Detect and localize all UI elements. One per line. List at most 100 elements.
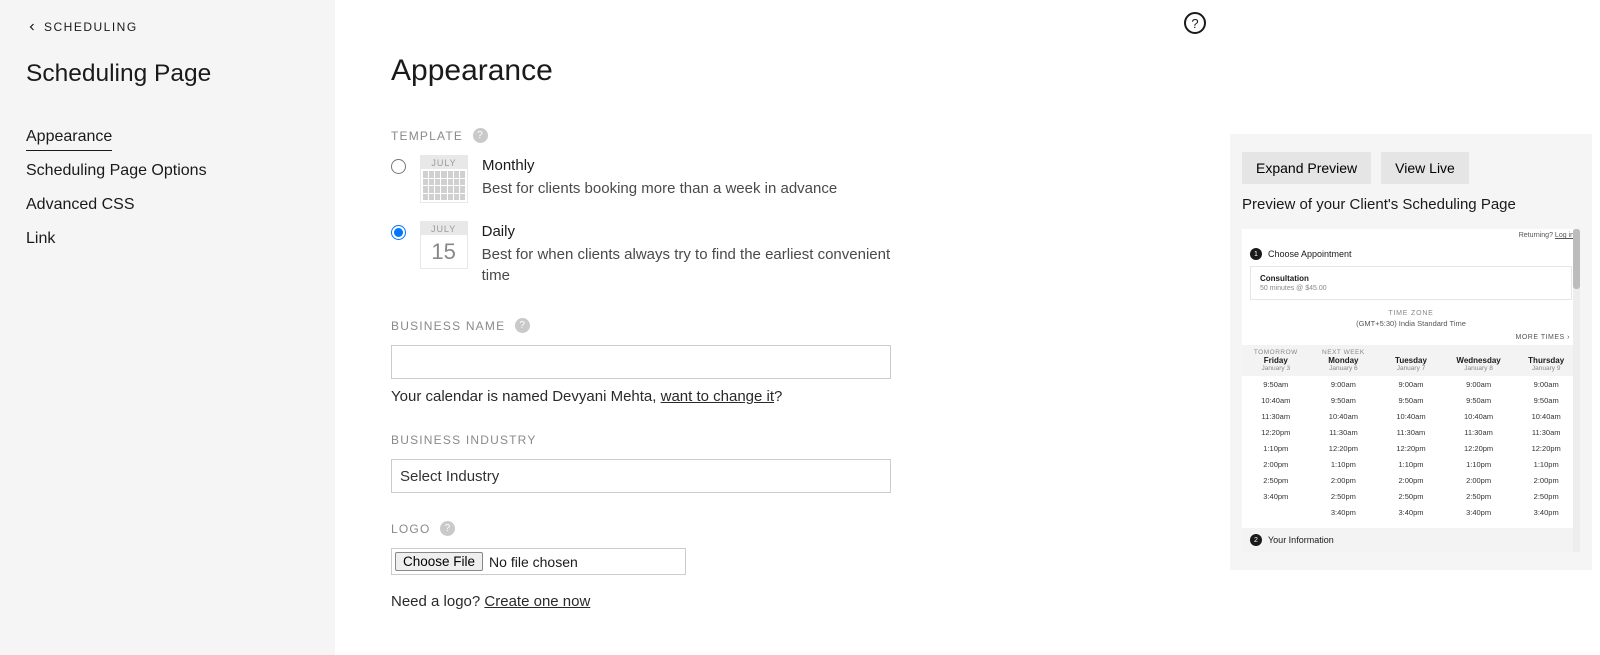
- time-slot[interactable]: 12:20pm: [1445, 440, 1513, 456]
- sidebar-item-link[interactable]: Link: [26, 222, 309, 256]
- time-slot[interactable]: 9:00am: [1445, 376, 1513, 392]
- preview-caption: Preview of your Client's Scheduling Page: [1242, 196, 1580, 213]
- time-slot[interactable]: 3:40pm: [1512, 504, 1580, 520]
- time-slot[interactable]: 11:30am: [1377, 424, 1445, 440]
- time-slot[interactable]: 12:20pm: [1377, 440, 1445, 456]
- time-slot[interactable]: 1:10pm: [1242, 440, 1310, 456]
- scrollbar[interactable]: [1573, 229, 1580, 552]
- logo-label: LOGO ?: [391, 521, 1174, 536]
- time-slot[interactable]: 3:40pm: [1377, 504, 1445, 520]
- time-slot: [1242, 504, 1310, 520]
- day-column-header[interactable]: WednesdayJanuary 8: [1445, 345, 1513, 376]
- timezone-value[interactable]: (GMT+5:30) India Standard Time: [1242, 319, 1580, 328]
- time-slot[interactable]: 2:00pm: [1377, 472, 1445, 488]
- login-link[interactable]: Log in: [1555, 232, 1574, 239]
- time-slot[interactable]: 9:50am: [1310, 392, 1378, 408]
- time-slot[interactable]: 1:10pm: [1310, 456, 1378, 472]
- time-slot[interactable]: 2:50pm: [1512, 488, 1580, 504]
- need-logo-hint: Need a logo? Create one now: [391, 593, 1174, 610]
- business-industry-select[interactable]: Select Industry: [391, 459, 891, 493]
- more-times-link[interactable]: MORE TIMES: [1242, 334, 1580, 341]
- time-slot[interactable]: 2:50pm: [1242, 472, 1310, 488]
- time-slot[interactable]: 2:50pm: [1310, 488, 1378, 504]
- business-name-label: BUSINESS NAME ?: [391, 318, 1174, 333]
- help-dot-icon[interactable]: ?: [473, 128, 488, 143]
- time-slot-table: TOMORROWFridayJanuary 3NEXT WEEKMondayJa…: [1242, 345, 1580, 520]
- time-slot[interactable]: 9:50am: [1445, 392, 1513, 408]
- time-slot[interactable]: 12:20pm: [1512, 440, 1580, 456]
- day-column-header[interactable]: TOMORROWFridayJanuary 3: [1242, 345, 1310, 376]
- step-number-icon: 2: [1250, 534, 1262, 546]
- time-slot[interactable]: 9:50am: [1512, 392, 1580, 408]
- template-desc: Best for clients booking more than a wee…: [482, 178, 837, 199]
- business-name-input[interactable]: [391, 345, 891, 379]
- time-slot[interactable]: 10:40am: [1310, 408, 1378, 424]
- time-slot[interactable]: 10:40am: [1445, 408, 1513, 424]
- logo-file-input[interactable]: Choose File No file chosen: [391, 548, 686, 575]
- page-heading: Appearance: [391, 54, 1174, 88]
- template-option-monthly[interactable]: JULY Monthly Best for clients booking mo…: [391, 155, 911, 203]
- time-slot[interactable]: 12:20pm: [1242, 424, 1310, 440]
- time-slot[interactable]: 10:40am: [1377, 408, 1445, 424]
- returning-row: Returning? Log in: [1242, 229, 1580, 242]
- time-slot[interactable]: 10:40am: [1242, 392, 1310, 408]
- time-slot[interactable]: 11:30am: [1445, 424, 1513, 440]
- day-column-header[interactable]: NEXT WEEKMondayJanuary 6: [1310, 345, 1378, 376]
- time-slot[interactable]: 2:50pm: [1377, 488, 1445, 504]
- back-nav[interactable]: SCHEDULING: [26, 20, 309, 34]
- time-slot[interactable]: 9:00am: [1512, 376, 1580, 392]
- time-slot[interactable]: 9:00am: [1310, 376, 1378, 392]
- time-slot[interactable]: 11:30am: [1512, 424, 1580, 440]
- main-content: ? Appearance TEMPLATE ? JULY Monthly Bes…: [335, 0, 1230, 655]
- day-column-header[interactable]: ThursdayJanuary 9: [1512, 345, 1580, 376]
- back-label: SCHEDULING: [44, 20, 138, 34]
- time-slot[interactable]: 1:10pm: [1445, 456, 1513, 472]
- timezone-label: TIME ZONE: [1242, 310, 1580, 317]
- business-name-hint: Your calendar is named Devyani Mehta, wa…: [391, 388, 1174, 405]
- time-slot[interactable]: 9:50am: [1377, 392, 1445, 408]
- sidebar-item-advanced-css[interactable]: Advanced CSS: [26, 188, 309, 222]
- calendar-day-icon: JULY 15: [420, 221, 468, 269]
- time-slot[interactable]: 2:50pm: [1445, 488, 1513, 504]
- sidebar-item-appearance[interactable]: Appearance: [26, 120, 309, 154]
- time-slot[interactable]: 3:40pm: [1310, 504, 1378, 520]
- time-slot[interactable]: 9:00am: [1377, 376, 1445, 392]
- time-slot[interactable]: 2:00pm: [1310, 472, 1378, 488]
- time-slot[interactable]: 3:40pm: [1242, 488, 1310, 504]
- template-desc: Best for when clients always try to find…: [482, 244, 911, 286]
- time-slot[interactable]: 1:10pm: [1512, 456, 1580, 472]
- template-radio-daily[interactable]: [391, 225, 406, 240]
- template-radio-monthly[interactable]: [391, 159, 406, 174]
- time-slot[interactable]: 11:30am: [1242, 408, 1310, 424]
- time-slot[interactable]: 3:40pm: [1445, 504, 1513, 520]
- expand-preview-button[interactable]: Expand Preview: [1242, 152, 1371, 184]
- time-slot[interactable]: 9:50am: [1242, 376, 1310, 392]
- sidebar-item-options[interactable]: Scheduling Page Options: [26, 154, 309, 188]
- time-slot[interactable]: 12:20pm: [1310, 440, 1378, 456]
- view-live-button[interactable]: View Live: [1381, 152, 1469, 184]
- help-icon[interactable]: ?: [1184, 12, 1206, 34]
- choose-file-button[interactable]: Choose File: [395, 552, 483, 571]
- time-slot[interactable]: 1:10pm: [1377, 456, 1445, 472]
- time-slot[interactable]: 10:40am: [1512, 408, 1580, 424]
- day-column-header[interactable]: TuesdayJanuary 7: [1377, 345, 1445, 376]
- template-option-daily[interactable]: JULY 15 Daily Best for when clients alwa…: [391, 221, 911, 286]
- appointment-type-card[interactable]: Consultation 50 minutes @ $45.00: [1250, 266, 1572, 300]
- template-title: Monthly: [482, 155, 837, 176]
- help-dot-icon[interactable]: ?: [515, 318, 530, 333]
- step-number-icon: 1: [1250, 248, 1262, 260]
- sidebar: SCHEDULING Scheduling Page Appearance Sc…: [0, 0, 335, 655]
- template-title: Daily: [482, 221, 911, 242]
- time-slot[interactable]: 2:00pm: [1445, 472, 1513, 488]
- file-status: No file chosen: [489, 554, 578, 570]
- time-slot[interactable]: 2:00pm: [1512, 472, 1580, 488]
- help-dot-icon[interactable]: ?: [440, 521, 455, 536]
- sidebar-nav: Appearance Scheduling Page Options Advan…: [26, 120, 309, 256]
- time-slot[interactable]: 2:00pm: [1242, 456, 1310, 472]
- create-logo-link[interactable]: Create one now: [484, 593, 590, 610]
- chevron-left-icon: [26, 21, 38, 33]
- change-name-link[interactable]: want to change it: [661, 388, 774, 405]
- step-2-header: 2 Your Information: [1242, 528, 1580, 552]
- preview-panel: Expand Preview View Live Preview of your…: [1230, 0, 1600, 655]
- time-slot[interactable]: 11:30am: [1310, 424, 1378, 440]
